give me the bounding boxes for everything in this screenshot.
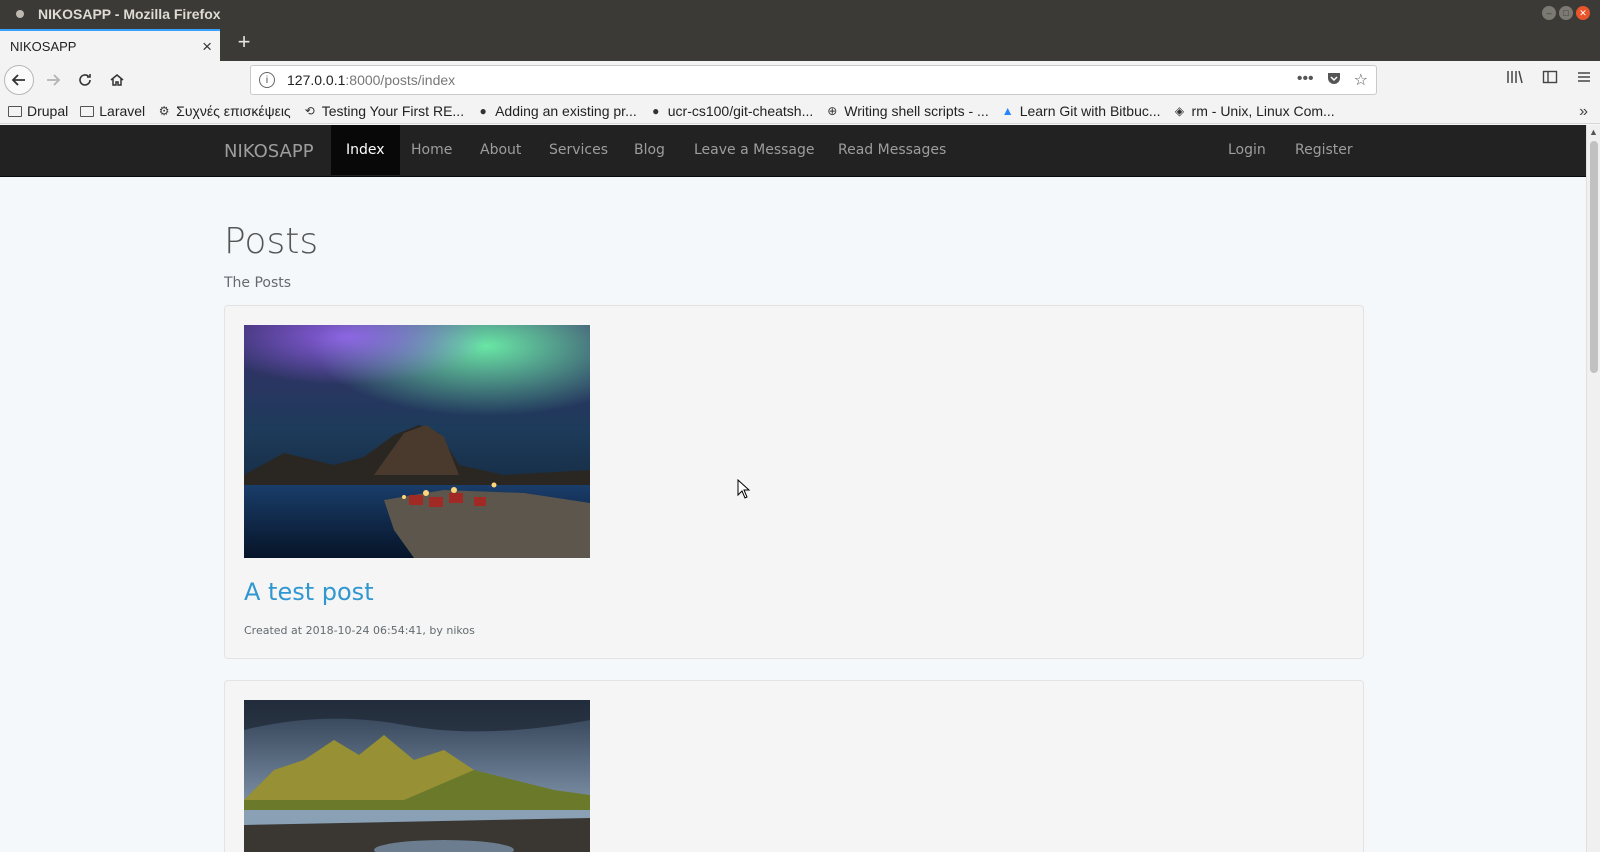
bookmark-bitbucket[interactable]: ▲ Learn Git with Bitbuc... — [1001, 103, 1161, 119]
gear-icon: ⚙ — [158, 104, 170, 118]
nav-login[interactable]: Login — [1213, 125, 1281, 175]
page-scrollbar[interactable]: ▲ — [1586, 125, 1600, 852]
url-text[interactable]: 127.0.0.1:8000/posts/index — [287, 72, 455, 88]
bookmark-frequent[interactable]: ⚙ Συχνές επισκέψεις — [157, 103, 291, 119]
nav-index[interactable]: Index — [331, 125, 400, 175]
new-tab-button[interactable]: + — [232, 31, 256, 55]
post-thumbnail[interactable] — [244, 700, 590, 852]
link-icon: ⟲ — [304, 104, 315, 118]
scroll-up-icon[interactable]: ▲ — [1589, 127, 1598, 137]
mouse-cursor-icon — [737, 479, 751, 499]
page-subtitle: The Posts — [224, 275, 292, 291]
post-title-link[interactable]: A test post — [244, 578, 374, 606]
post-thumbnail[interactable] — [244, 325, 590, 558]
tab-nikosapp[interactable]: NIKOSAPP × — [0, 29, 220, 61]
nav-services[interactable]: Services — [534, 125, 623, 175]
bookmark-laravel[interactable]: Laravel — [80, 103, 145, 119]
page-actions-icon[interactable]: ••• — [1297, 70, 1314, 91]
tab-strip: NIKOSAPP × + — [0, 27, 1600, 61]
site-info-icon[interactable]: i — [259, 72, 275, 88]
nav-leave-message[interactable]: Leave a Message — [679, 125, 829, 175]
post-meta: Created at 2018-10-24 06:54:41, by nikos — [244, 624, 475, 637]
library-icon[interactable] — [1506, 69, 1524, 90]
reload-button[interactable] — [70, 65, 100, 95]
nav-about[interactable]: About — [465, 125, 536, 175]
bookmark-shell-scripts[interactable]: ⊕ Writing shell scripts - ... — [825, 103, 988, 119]
aurora-landscape-image — [244, 325, 590, 558]
bookmark-testing[interactable]: ⟲ Testing Your First RE... — [303, 103, 464, 119]
window-title: NIKOSAPP - Mozilla Firefox — [38, 5, 221, 22]
page-title: Posts — [224, 221, 319, 262]
nav-blog[interactable]: Blog — [619, 125, 680, 175]
tab-label: NIKOSAPP — [10, 38, 77, 54]
home-icon — [110, 74, 124, 86]
diamond-icon: ◈ — [1174, 104, 1185, 118]
app-icon — [16, 9, 24, 18]
maximize-icon[interactable]: □ — [1559, 6, 1573, 20]
bookmark-git-cheatsheet[interactable]: ● ucr-cs100/git-cheatsh... — [649, 103, 813, 119]
back-arrow-icon — [11, 74, 25, 86]
bookmark-adding[interactable]: ● Adding an existing pr... — [476, 103, 636, 119]
close-window-icon[interactable]: ✕ — [1576, 6, 1590, 20]
mountain-landscape-image — [244, 700, 590, 852]
pocket-icon[interactable] — [1326, 70, 1342, 91]
home-button[interactable] — [102, 65, 132, 95]
bookmarks-toolbar: Drupal Laravel ⚙ Συχνές επισκέψεις ⟲ Testi… — [0, 99, 1600, 124]
reload-icon — [79, 74, 91, 86]
chevron-right-icon[interactable]: » — [1579, 103, 1588, 121]
bitbucket-icon: ▲ — [1001, 104, 1014, 118]
forward-button[interactable] — [38, 65, 68, 95]
folder-icon — [80, 105, 95, 117]
page-viewport: NIKOSAPP Index Home About Services Blog … — [0, 125, 1586, 852]
back-button[interactable] — [4, 65, 34, 95]
sidebar-toggle-icon[interactable] — [1542, 69, 1558, 90]
nav-read-messages[interactable]: Read Messages — [823, 125, 961, 175]
browser-toolbar: i 127.0.0.1:8000/posts/index ••• ☆ — [0, 61, 1600, 99]
forward-arrow-icon — [47, 74, 61, 86]
folder-icon — [8, 105, 22, 117]
github-icon: ● — [479, 104, 487, 118]
bookmark-drupal[interactable]: Drupal — [8, 103, 68, 119]
globe-icon: ⊕ — [827, 104, 838, 118]
post-card: A test post Created at 2018-10-24 06:54:… — [224, 305, 1364, 659]
site-brand[interactable]: NIKOSAPP — [224, 141, 314, 162]
nav-home[interactable]: Home — [396, 125, 467, 175]
address-bar[interactable]: i 127.0.0.1:8000/posts/index ••• ☆ — [250, 65, 1377, 95]
bookmark-rm[interactable]: ◈ rm - Unix, Linux Com... — [1173, 103, 1335, 119]
nav-register[interactable]: Register — [1280, 125, 1368, 175]
post-card — [224, 680, 1364, 852]
window-controls: – □ ✕ — [1542, 6, 1590, 20]
github-icon: ● — [652, 104, 660, 118]
window-titlebar: NIKOSAPP - Mozilla Firefox – □ ✕ — [0, 0, 1600, 27]
bookmark-star-icon[interactable]: ☆ — [1354, 70, 1368, 91]
minimize-icon[interactable]: – — [1542, 6, 1556, 20]
site-navbar: NIKOSAPP Index Home About Services Blog … — [0, 125, 1586, 177]
close-tab-icon[interactable]: × — [202, 37, 212, 57]
hamburger-menu-icon[interactable] — [1576, 69, 1592, 90]
scrollbar-thumb[interactable] — [1590, 141, 1598, 373]
